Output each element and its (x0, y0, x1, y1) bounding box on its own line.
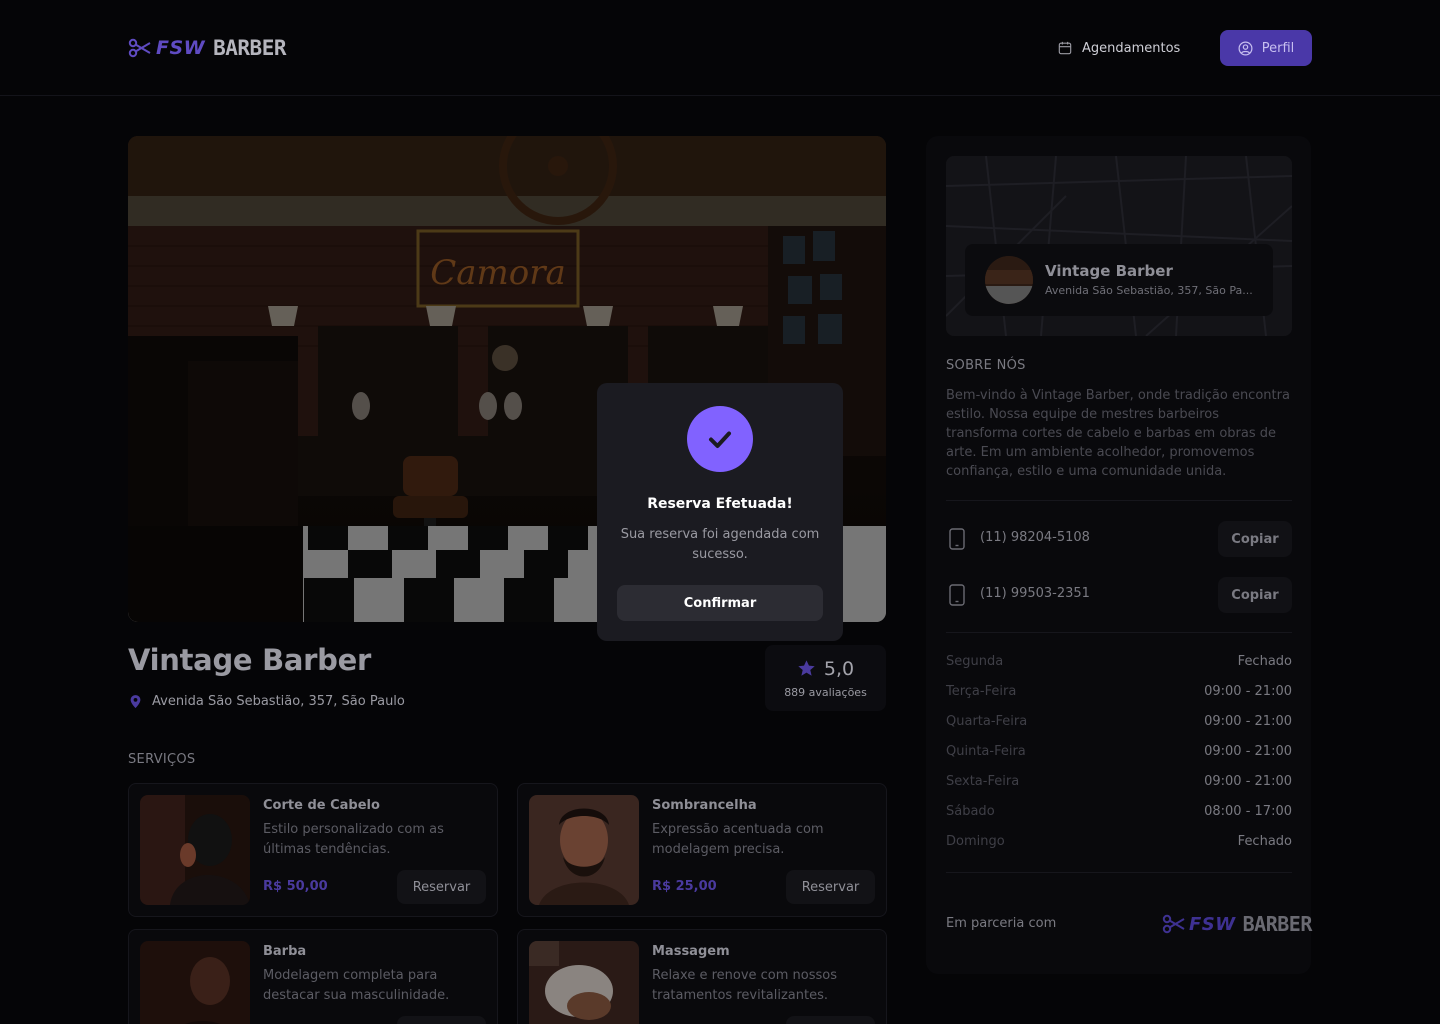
shop-title: Vintage Barber (128, 643, 371, 677)
hours-day: Segunda (946, 654, 1004, 669)
calendar-icon (1058, 41, 1072, 55)
dialog-title: Reserva Efetuada! (647, 496, 793, 512)
divider (946, 872, 1292, 873)
hours-row: Quarta-Feira 09:00 - 21:00 (946, 714, 1292, 732)
partner-logo: FSW BARBER (1162, 912, 1312, 936)
hours-time: 09:00 - 21:00 (1204, 714, 1292, 729)
brand-logo[interactable]: FSW BARBER (128, 36, 286, 60)
phone-number: (11) 98204-5108 (980, 530, 1090, 545)
shop-avatar (985, 256, 1033, 304)
phone-number: (11) 99503-2351 (980, 586, 1090, 601)
shop-address-text: Avenida São Sebastião, 357, São Paulo (152, 693, 405, 709)
hours-time: 09:00 - 21:00 (1204, 684, 1292, 699)
smartphone-icon (949, 528, 965, 550)
profile-label: Perfil (1261, 40, 1295, 56)
about-text: Bem-vindo à Vintage Barber, onde tradiçã… (946, 388, 1290, 479)
hours-time: 09:00 - 21:00 (1204, 774, 1292, 789)
profile-button[interactable]: Perfil (1220, 30, 1312, 66)
hours-day: Domingo (946, 834, 1005, 849)
dialog-description: Sua reserva foi agendada com sucesso. (620, 527, 820, 562)
hours-time: Fechado (1237, 654, 1292, 669)
rating-count: 889 avaliações (784, 685, 867, 699)
phone-row: (11) 98204-5108 Copiar (946, 521, 1292, 557)
service-image (529, 795, 639, 905)
hours-time: 09:00 - 21:00 (1204, 744, 1292, 759)
service-name: Corte de Cabelo (263, 798, 380, 813)
service-card: Corte de Cabelo Estilo personalizado com… (128, 783, 498, 917)
shop-info-sidebar: Vintage Barber Avenida São Sebastião, 35… (926, 136, 1312, 974)
service-price: R$ 50,00 (263, 879, 328, 894)
service-name: Sombrancelha (652, 798, 757, 813)
hours-row: Sexta-Feira 09:00 - 21:00 (946, 774, 1292, 792)
service-description: Estilo personalizado com as últimas tend… (263, 822, 444, 857)
hours-day: Sábado (946, 804, 995, 819)
reserve-button[interactable]: Reservar (397, 870, 486, 904)
location-map[interactable]: Vintage Barber Avenida São Sebastião, 35… (946, 156, 1292, 336)
hours-row: Segunda Fechado (946, 654, 1292, 672)
map-shop-card: Vintage Barber Avenida São Sebastião, 35… (965, 244, 1273, 316)
user-circle-icon (1238, 41, 1253, 55)
bookings-label: Agendamentos (1082, 40, 1181, 56)
scissors-icon (128, 38, 151, 58)
divider (946, 632, 1292, 633)
service-description: Expressão acentuada com modelagem precis… (652, 822, 824, 857)
hours-row: Domingo Fechado (946, 834, 1292, 852)
service-price: R$ 25,00 (652, 879, 717, 894)
reserve-button[interactable] (397, 1016, 486, 1024)
service-image (529, 941, 639, 1024)
booking-success-dialog: Reserva Efetuada! Sua reserva foi agenda… (597, 383, 843, 641)
service-card: Sombrancelha Expressão acentuada com mod… (517, 783, 887, 917)
hours-day: Terça-Feira (946, 684, 1017, 699)
service-card: Massagem Relaxe e renove com nossos trat… (517, 929, 887, 1024)
hours-row: Sábado 08:00 - 17:00 (946, 804, 1292, 822)
shop-address: Avenida São Sebastião, 357, São Paulo (128, 692, 405, 710)
map-shop-name: Vintage Barber (1045, 262, 1173, 280)
logo-barber-text: BARBER (1242, 912, 1313, 936)
reserve-button[interactable]: Reservar (786, 870, 875, 904)
service-card: Barba Modelagem completa para destacar s… (128, 929, 498, 1024)
service-image (140, 941, 250, 1024)
logo-fsw-text: FSW (1189, 913, 1236, 935)
reserve-button[interactable] (786, 1016, 875, 1024)
bookings-link[interactable]: Agendamentos (1058, 38, 1180, 58)
smartphone-icon (949, 584, 965, 606)
rating-card: 5,0 889 avaliações (765, 645, 886, 711)
star-icon (798, 660, 815, 676)
logo-barber-text: BARBER (213, 36, 286, 60)
partner-text: Em parceria com (946, 916, 1057, 931)
app-header: FSW BARBER Agendamentos Perfil (0, 0, 1440, 96)
check-icon (709, 431, 731, 448)
rating-value: 5,0 (823, 657, 855, 680)
rating-line: 5,0 (797, 658, 854, 680)
divider (946, 500, 1292, 501)
copy-phone-button[interactable]: Copiar (1218, 521, 1292, 557)
hours-time: Fechado (1237, 834, 1292, 849)
copy-phone-button[interactable]: Copiar (1218, 577, 1292, 613)
service-description: Relaxe e renove com nossos tratamentos r… (652, 968, 838, 1003)
hours-row: Quinta-Feira 09:00 - 21:00 (946, 744, 1292, 762)
services-section-title: SERVIÇOS (128, 752, 196, 767)
map-pin-icon (130, 694, 141, 708)
hours-day: Quinta-Feira (946, 744, 1026, 759)
hours-row: Terça-Feira 09:00 - 21:00 (946, 684, 1292, 702)
success-badge (687, 406, 753, 472)
logo-fsw-text: FSW (156, 37, 206, 59)
service-description: Modelagem completa para destacar sua mas… (263, 968, 450, 1003)
about-title: SOBRE NÓS (946, 358, 1026, 373)
hours-day: Sexta-Feira (946, 774, 1020, 789)
map-shop-address: Avenida São Sebastião, 357, São Pa... (1045, 284, 1253, 297)
hours-day: Quarta-Feira (946, 714, 1028, 729)
phone-row: (11) 99503-2351 Copiar (946, 577, 1292, 613)
scissors-icon (1162, 914, 1185, 934)
service-name: Barba (263, 944, 307, 959)
service-name: Massagem (652, 944, 730, 959)
confirm-button[interactable]: Confirmar (617, 585, 823, 621)
hours-time: 08:00 - 17:00 (1204, 804, 1292, 819)
service-image (140, 795, 250, 905)
